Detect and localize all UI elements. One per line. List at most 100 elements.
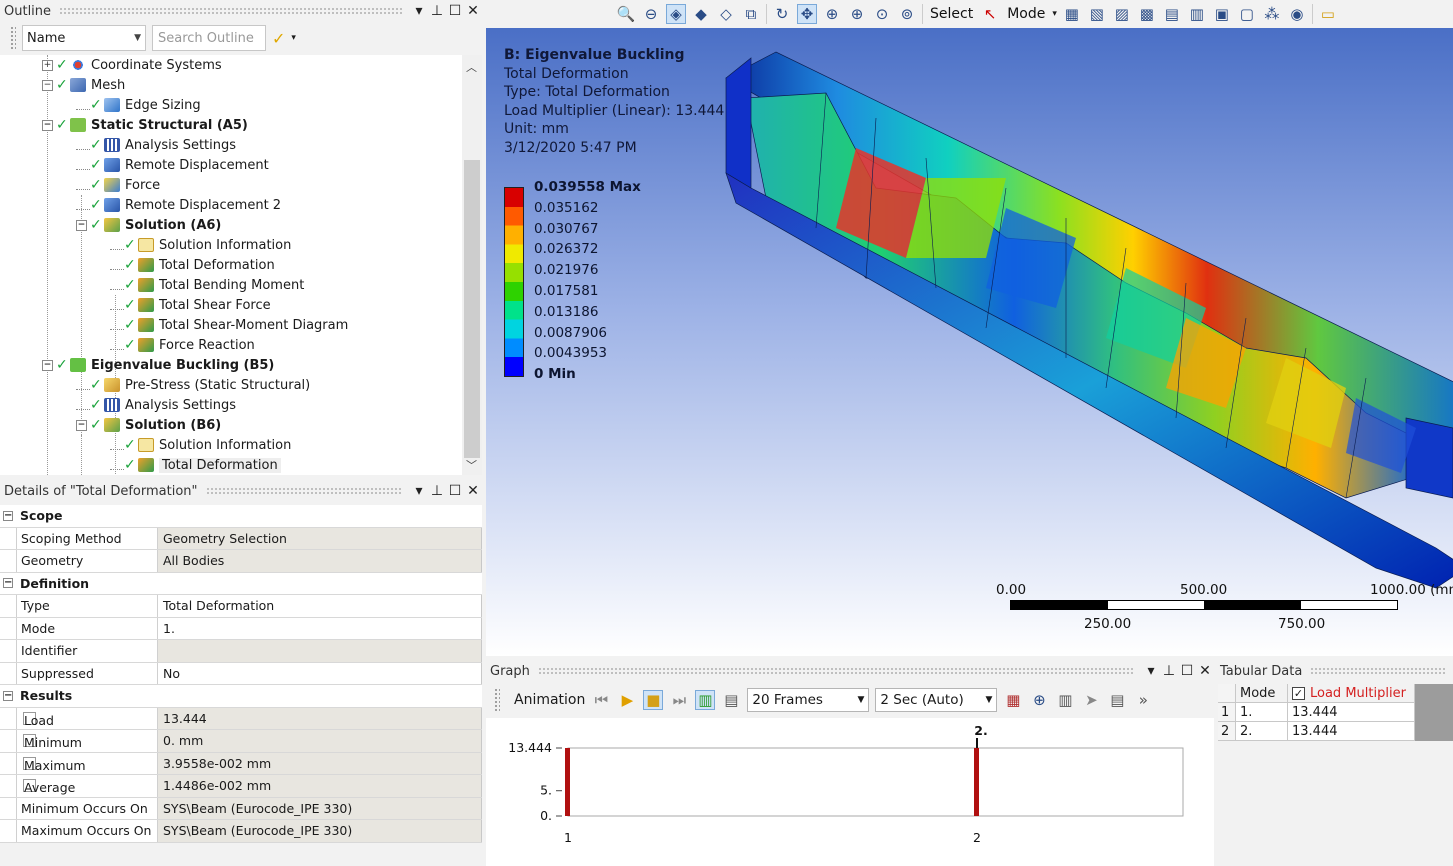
dropdown-icon[interactable]: ▾: [410, 483, 428, 499]
tree-node[interactable]: ✓ Analysis Settings: [76, 135, 236, 155]
load-multiplier-checkbox[interactable]: ✓: [1292, 686, 1305, 700]
col-header-load-multiplier[interactable]: ✓ Load Multiplier: [1288, 684, 1415, 703]
details-row[interactable]: Scoping Method Geometry Selection: [0, 527, 482, 550]
tree-node[interactable]: ✓ Analysis Settings: [76, 395, 236, 415]
rotate-icon[interactable]: ↻: [772, 4, 792, 24]
tree-node[interactable]: − ✓ Mesh: [42, 75, 125, 95]
details-value[interactable]: 1.4486e-002 mm: [158, 775, 482, 797]
show-body-icon[interactable]: ◆: [691, 4, 711, 24]
collapse-icon[interactable]: −: [76, 419, 87, 431]
legend-value-label[interactable]: 0.0043953: [534, 345, 607, 361]
zoom-fit-icon[interactable]: ⊙: [872, 4, 892, 24]
tree-node[interactable]: ✓ Remote Displacement: [76, 155, 269, 175]
collapse-icon[interactable]: −: [42, 79, 53, 91]
tree-node[interactable]: ✓ Total Bending Moment: [110, 275, 304, 295]
details-value[interactable]: 13.444: [158, 707, 482, 729]
legend-value-label[interactable]: 0.017581: [534, 283, 598, 299]
row-index-cell[interactable]: 1: [1218, 703, 1236, 722]
col-header-mode[interactable]: Mode: [1236, 684, 1288, 703]
scrollbar-thumb[interactable]: [464, 160, 480, 458]
details-row[interactable]: Maximum 3.9558e-002 mm: [0, 752, 482, 775]
graphics-viewport[interactable]: B: Eigenvalue Buckling Total Deformation T…: [486, 28, 1453, 656]
stop-icon[interactable]: ■: [643, 690, 664, 710]
time-select[interactable]: 2 Sec (Auto) ▼: [875, 688, 998, 712]
tree-node[interactable]: ✓ Force Reaction: [110, 335, 255, 355]
maximize-icon[interactable]: ☐: [446, 483, 464, 499]
label-icon[interactable]: ◉: [1287, 4, 1307, 24]
close-icon[interactable]: ✕: [1196, 663, 1214, 679]
legend-value-label[interactable]: 0.021976: [534, 262, 598, 278]
select-body-icon[interactable]: ▩: [1137, 4, 1157, 24]
select-face-icon[interactable]: ▨: [1112, 4, 1132, 24]
filter-icon[interactable]: ✓: [272, 29, 285, 48]
parameter-checkbox[interactable]: Average: [23, 779, 75, 795]
search-outline-input[interactable]: Search Outline: [152, 25, 266, 51]
row-index-cell[interactable]: 2: [1218, 722, 1236, 741]
tree-node[interactable]: ✓ Edge Sizing: [76, 95, 201, 115]
previous-frame-icon[interactable]: ⏮: [591, 690, 611, 710]
legend-value-label[interactable]: 0.035162: [534, 200, 598, 216]
tree-node[interactable]: ✓ Pre-Stress (Static Structural): [76, 375, 310, 395]
graph-chart[interactable]: 13.444 5. 0. 1 2 2.: [486, 718, 1214, 866]
tree-node[interactable]: ✓ Solution Information: [110, 435, 291, 455]
parameter-checkbox[interactable]: Maximum: [23, 756, 86, 773]
select-button[interactable]: Select: [928, 6, 975, 22]
details-section-scope[interactable]: − Scope: [0, 505, 482, 528]
legend-value-label[interactable]: 0 Min: [534, 366, 576, 382]
details-row[interactable]: Load Multiplier 13.444: [0, 707, 482, 743]
expand-icon[interactable]: »: [1133, 690, 1153, 710]
details-value[interactable]: 1.: [158, 617, 482, 639]
filter-dropdown-icon[interactable]: ▾: [291, 33, 296, 43]
details-section-results[interactable]: − Results: [0, 685, 482, 708]
frames-select[interactable]: 20 Frames ▼: [747, 688, 870, 712]
hide-body-icon[interactable]: ◇: [716, 4, 736, 24]
legend-value-label[interactable]: 0.030767: [534, 221, 598, 237]
body-select-icon[interactable]: ◈: [666, 4, 686, 24]
scroll-down-icon[interactable]: ﹀: [466, 457, 477, 473]
graph-chart-area[interactable]: 13.444 5. 0. 1 2 2.: [486, 718, 1214, 866]
play-icon[interactable]: ▶: [617, 690, 637, 710]
select-edge-icon[interactable]: ▧: [1087, 4, 1107, 24]
box-zoom-icon[interactable]: ⊕: [847, 4, 867, 24]
select-node-icon[interactable]: ▤: [1162, 4, 1182, 24]
toolbar-grip-icon[interactable]: [494, 688, 500, 712]
legend-value-label[interactable]: 0.039558 Max: [534, 179, 641, 195]
table-icon[interactable]: ▤: [1107, 690, 1127, 710]
arrow-icon[interactable]: ➤: [1081, 690, 1101, 710]
collapse-icon[interactable]: −: [0, 573, 16, 595]
details-value[interactable]: SYS\Beam (Eurocode_IPE 330): [158, 797, 482, 819]
coordinate-icon[interactable]: ⁂: [1262, 4, 1282, 24]
collapse-icon[interactable]: −: [0, 505, 16, 527]
pin-icon[interactable]: ⊥: [428, 3, 446, 19]
zoom-in-icon[interactable]: 🔍: [616, 4, 636, 24]
details-value[interactable]: No: [158, 662, 482, 684]
maximize-icon[interactable]: ☐: [1178, 663, 1196, 679]
table-row[interactable]: 1 1. 13.444: [1218, 703, 1453, 722]
tree-node[interactable]: − ✓ Static Structural (A5): [42, 115, 248, 135]
details-row[interactable]: Maximum Occurs On SYS\Beam (Eurocode_IPE …: [0, 820, 482, 843]
legend-value-label[interactable]: 0.013186: [534, 304, 598, 320]
mode-dropdown-icon[interactable]: ▾: [1052, 9, 1057, 19]
toolbar-grip-icon[interactable]: [10, 26, 16, 50]
expand-icon[interactable]: +: [42, 59, 53, 71]
next-frame-icon[interactable]: ⏭: [669, 690, 689, 710]
details-value[interactable]: All Bodies: [158, 550, 482, 572]
tree-node[interactable]: ✓ Total Shear Force: [110, 295, 271, 315]
mode-button[interactable]: Mode: [1005, 6, 1047, 22]
pin-icon[interactable]: ⊥: [428, 483, 446, 499]
dropdown-icon[interactable]: ▾: [410, 3, 428, 19]
details-value[interactable]: SYS\Beam (Eurocode_IPE 330): [158, 820, 482, 842]
distributed-frames-icon[interactable]: ▥: [695, 690, 716, 710]
parameter-checkbox[interactable]: Load Multiplier: [23, 711, 82, 743]
tree-node[interactable]: ✓ Total Deformation: [110, 255, 275, 275]
scroll-up-icon[interactable]: ︿: [466, 59, 477, 75]
magnifier-icon[interactable]: ⊚: [897, 4, 917, 24]
legend-value-label[interactable]: 0.026372: [534, 241, 598, 257]
parameter-checkbox[interactable]: Minimum: [23, 734, 82, 750]
details-value[interactable]: 0. mm: [158, 730, 482, 752]
zoom-to-fit-icon[interactable]: ⊕: [1029, 690, 1049, 710]
result-frames-icon[interactable]: ▤: [721, 690, 741, 710]
maximize-icon[interactable]: ☐: [446, 3, 464, 19]
select-vertex-icon[interactable]: ▦: [1062, 4, 1082, 24]
details-section-definition[interactable]: − Definition: [0, 572, 482, 595]
